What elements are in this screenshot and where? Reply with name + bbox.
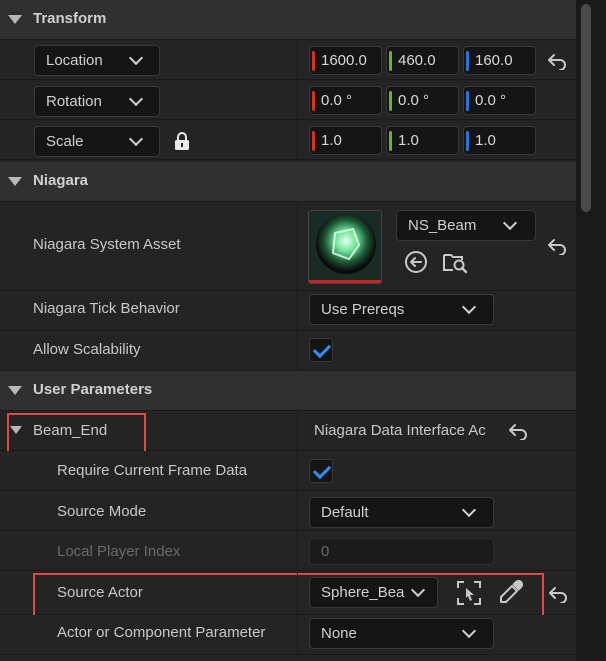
scale-x-field[interactable]: 1.0 [309, 126, 382, 155]
category-title: Niagara [33, 172, 89, 189]
allow-scalability-checkbox[interactable] [309, 338, 333, 362]
lock-icon[interactable] [173, 131, 191, 151]
category-transform[interactable]: Transform [0, 0, 576, 40]
reset-arrow-icon[interactable] [546, 237, 568, 255]
location-x-field[interactable]: 1600.0 [309, 46, 382, 75]
category-user-parameters[interactable]: User Parameters [0, 371, 576, 411]
chevron-down-icon [461, 299, 477, 315]
chevron-down-icon [502, 215, 518, 231]
rotation-x-field[interactable]: 0.0 ° [309, 86, 382, 115]
require-frame-checkbox[interactable] [309, 459, 333, 483]
location-label: Location [46, 52, 103, 69]
allow-scalability-label: Allow Scalability [33, 341, 141, 358]
location-y-field[interactable]: 460.0 [386, 46, 459, 75]
actor-component-label: Actor or Component Parameter [57, 624, 266, 641]
highlight-box-source-actor [33, 573, 544, 621]
rotation-z-field[interactable]: 0.0 ° [463, 86, 536, 115]
find-in-browser-icon[interactable] [442, 250, 468, 274]
reset-arrow-icon[interactable] [507, 422, 529, 440]
beam-end-type: Niagara Data Interface Ac [314, 422, 486, 439]
scale-label: Scale [46, 133, 84, 150]
chevron-down-icon [461, 623, 477, 639]
asset-thumbnail[interactable] [308, 210, 382, 284]
local-player-label: Local Player Index [57, 543, 181, 560]
scale-z-field[interactable]: 1.0 [463, 126, 536, 155]
reset-arrow-icon[interactable] [546, 52, 568, 70]
location-mode-dropdown[interactable]: Location [34, 45, 160, 76]
local-player-field: 0 [309, 538, 494, 565]
scale-y-field[interactable]: 1.0 [386, 126, 459, 155]
actor-component-dropdown[interactable]: None [309, 618, 494, 649]
tick-behavior-label: Niagara Tick Behavior [33, 300, 180, 317]
collapse-triangle-icon[interactable] [8, 386, 22, 395]
scrollbar-thumb[interactable] [581, 4, 591, 212]
category-niagara[interactable]: Niagara [0, 162, 576, 202]
require-frame-label: Require Current Frame Data [57, 462, 248, 479]
rotation-label: Rotation [46, 93, 102, 110]
browse-to-asset-icon[interactable] [404, 250, 428, 274]
column-divider[interactable] [297, 202, 298, 370]
column-divider[interactable] [297, 40, 298, 160]
location-z-field[interactable]: 160.0 [463, 46, 536, 75]
column-divider[interactable] [297, 411, 298, 655]
reset-arrow-icon[interactable] [547, 585, 569, 603]
chevron-down-icon [128, 131, 144, 147]
source-mode-label: Source Mode [57, 503, 147, 520]
collapse-triangle-icon[interactable] [8, 15, 22, 24]
rotation-y-field[interactable]: 0.0 ° [386, 86, 459, 115]
category-title: Transform [33, 10, 107, 27]
system-asset-label: Niagara System Asset [33, 236, 181, 253]
category-title: User Parameters [33, 381, 153, 398]
chevron-down-icon [461, 502, 477, 518]
chevron-down-icon [128, 91, 144, 107]
system-asset-dropdown[interactable]: NS_Beam [396, 210, 536, 241]
chevron-down-icon [128, 50, 144, 66]
source-mode-dropdown[interactable]: Default [309, 497, 494, 528]
collapse-triangle-icon[interactable] [8, 177, 22, 186]
rotation-mode-dropdown[interactable]: Rotation [34, 86, 160, 117]
tick-behavior-dropdown[interactable]: Use Prereqs [309, 294, 494, 325]
scale-mode-dropdown[interactable]: Scale [34, 126, 160, 157]
